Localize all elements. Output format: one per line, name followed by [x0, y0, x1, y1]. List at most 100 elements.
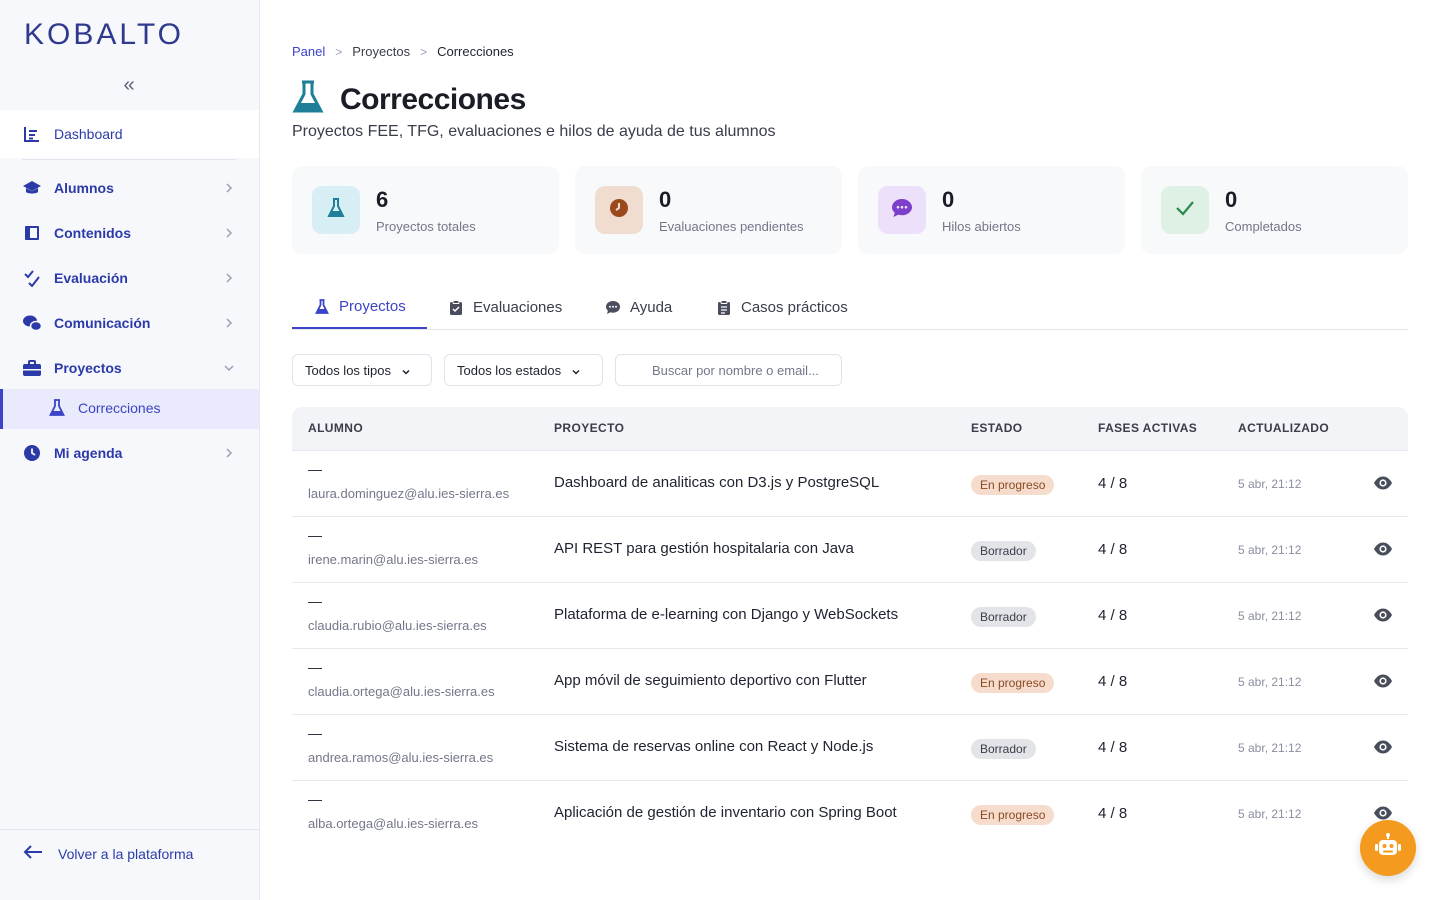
view-eye-icon[interactable]	[1373, 473, 1393, 493]
updated-at: 5 abr, 21:12	[1238, 477, 1302, 491]
chevron-right-icon	[222, 271, 236, 285]
stat-icon-box	[595, 186, 643, 234]
stat-label: Evaluaciones pendientes	[659, 219, 804, 234]
stat-value: 0	[942, 187, 955, 212]
sidebar-item-contenidos[interactable]: Contenidos	[0, 211, 259, 255]
project-title[interactable]: Aplicación de gestión de inventario con …	[554, 804, 897, 821]
sidebar-item-comunicacion[interactable]: Comunicación	[0, 301, 259, 345]
flask-icon	[49, 399, 67, 417]
status-badge: Borrador	[971, 607, 1036, 627]
page-title: Correcciones	[340, 82, 526, 116]
sidebar-item-label: Evaluación	[54, 270, 128, 286]
chevron-right-icon: >	[335, 44, 343, 59]
stat-icon-box	[878, 186, 926, 234]
tab-casos-practicos[interactable]: Casos prácticos	[716, 286, 848, 329]
sidebar-subitem-correcciones[interactable]: Correcciones	[0, 389, 259, 429]
chevron-down-icon	[571, 365, 581, 375]
column-header-estado[interactable]: ESTADO	[971, 421, 1023, 435]
sidebar-item-dashboard[interactable]: Dashboard	[0, 110, 259, 158]
sidebar-item-dashboard-row[interactable]: Dashboard	[0, 112, 259, 156]
status-filter-select[interactable]: Todos los estados	[444, 354, 603, 386]
active-phases: 4 / 8	[1098, 673, 1128, 690]
project-title[interactable]: Sistema de reservas online con React y N…	[554, 738, 873, 755]
page-subtitle: Proyectos FEE, TFG, evaluaciones e hilos…	[292, 123, 776, 140]
sidebar-item-evaluacion[interactable]: Evaluación	[0, 256, 259, 300]
view-eye-icon[interactable]	[1373, 737, 1393, 757]
table-row[interactable]: — laura.dominguez@alu.ies-sierra.es Dashbo…	[292, 450, 1408, 516]
sidebar-footer-divider	[0, 829, 259, 830]
stat-icon-box	[1161, 186, 1209, 234]
table-row[interactable]: — andrea.ramos@alu.ies-sierra.es Sistema d…	[292, 714, 1408, 780]
chevron-right-icon	[222, 446, 236, 460]
clipboard-list-icon	[716, 299, 732, 316]
stat-value: 0	[1225, 187, 1238, 212]
column-header-fases[interactable]: FASES ACTIVAS	[1098, 421, 1197, 435]
student-name: —	[308, 593, 322, 609]
brand-logo[interactable]: KOBALTO	[24, 18, 184, 52]
student-name: —	[308, 791, 322, 807]
active-phases: 4 / 8	[1098, 475, 1128, 492]
updated-at: 5 abr, 21:12	[1238, 609, 1302, 623]
stat-label: Proyectos totales	[376, 219, 476, 234]
sidebar-item-label: Dashboard	[54, 126, 123, 142]
chevron-right-icon: >	[420, 44, 428, 59]
status-badge: En progreso	[971, 673, 1055, 693]
breadcrumb-current: Correcciones	[437, 44, 514, 59]
stat-label: Completados	[1225, 219, 1302, 234]
student-email: claudia.rubio@alu.ies-sierra.es	[308, 618, 487, 633]
tab-label: Casos prácticos	[741, 299, 848, 316]
chat-bubbles-icon	[22, 313, 42, 333]
briefcase-icon	[22, 358, 42, 378]
column-header-alumno[interactable]: ALUMNO	[308, 421, 363, 435]
breadcrumb-proyectos[interactable]: Proyectos	[352, 44, 410, 59]
sidebar-item-label: Mi agenda	[54, 445, 123, 461]
tab-proyectos[interactable]: Proyectos	[292, 286, 427, 329]
table-row[interactable]: — alba.ortega@alu.ies-sierra.es Aplicación…	[292, 780, 1408, 846]
table-row[interactable]: — claudia.rubio@alu.ies-sierra.es Platafor…	[292, 582, 1408, 648]
table-row[interactable]: — irene.marin@alu.ies-sierra.es API REST p…	[292, 516, 1408, 582]
flask-icon	[327, 197, 345, 223]
back-to-platform-link[interactable]: Volver a la plataforma	[22, 840, 193, 868]
status-filter-value: Todos los estados	[457, 362, 562, 378]
student-email: andrea.ramos@alu.ies-sierra.es	[308, 750, 494, 765]
sidebar-item-label: Comunicación	[54, 315, 151, 331]
flask-icon	[314, 298, 330, 315]
stat-card-threads: 0 Hilos abiertos	[858, 166, 1125, 254]
sidebar-subitem-label: Correcciones	[78, 400, 161, 416]
view-eye-icon[interactable]	[1373, 539, 1393, 559]
sidebar-item-mi-agenda[interactable]: Mi agenda	[0, 431, 259, 475]
arrow-left-icon	[22, 843, 44, 866]
project-title[interactable]: API REST para gestión hospitalaria con J…	[554, 540, 854, 557]
active-phases: 4 / 8	[1098, 739, 1128, 756]
type-filter-select[interactable]: Todos los tipos	[292, 354, 432, 386]
assistant-button[interactable]	[1360, 820, 1416, 876]
project-title[interactable]: App móvil de seguimiento deportivo con F…	[554, 672, 867, 689]
tab-evaluaciones[interactable]: Evaluaciones	[448, 286, 562, 329]
project-title[interactable]: Plataforma de e-learning con Django y We…	[554, 606, 898, 623]
search-input[interactable]	[615, 354, 842, 386]
sidebar-item-alumnos[interactable]: Alumnos	[0, 166, 259, 210]
sidebar-item-proyectos[interactable]: Proyectos	[0, 346, 259, 390]
table-row[interactable]: — claudia.ortega@alu.ies-sierra.es App móv…	[292, 648, 1408, 714]
view-eye-icon[interactable]	[1373, 605, 1393, 625]
stat-card-completed: 0 Completados	[1141, 166, 1408, 254]
stat-label: Hilos abiertos	[942, 219, 1021, 234]
view-eye-icon[interactable]	[1373, 671, 1393, 691]
tab-ayuda[interactable]: Ayuda	[605, 286, 672, 329]
stats-row: 6 Proyectos totales 0 Evaluaciones pendi…	[292, 166, 1408, 254]
tab-label: Ayuda	[630, 299, 673, 316]
collapse-sidebar-button[interactable]: «	[118, 74, 140, 96]
column-header-proyecto[interactable]: PROYECTO	[554, 421, 624, 435]
book-icon	[22, 223, 42, 243]
clipboard-check-icon	[448, 299, 464, 316]
check-icon	[1175, 200, 1195, 221]
page-header: Correcciones	[292, 80, 526, 119]
flask-icon	[292, 80, 324, 119]
active-phases: 4 / 8	[1098, 607, 1128, 624]
column-header-actualizado[interactable]: ACTUALIZADO	[1238, 421, 1329, 435]
breadcrumb-panel[interactable]: Panel	[292, 44, 325, 59]
clock-icon	[22, 443, 42, 463]
sidebar-item-label: Contenidos	[54, 225, 131, 241]
project-title[interactable]: Dashboard de analiticas con D3.js y Post…	[554, 474, 879, 491]
student-email: laura.dominguez@alu.ies-sierra.es	[308, 486, 510, 501]
